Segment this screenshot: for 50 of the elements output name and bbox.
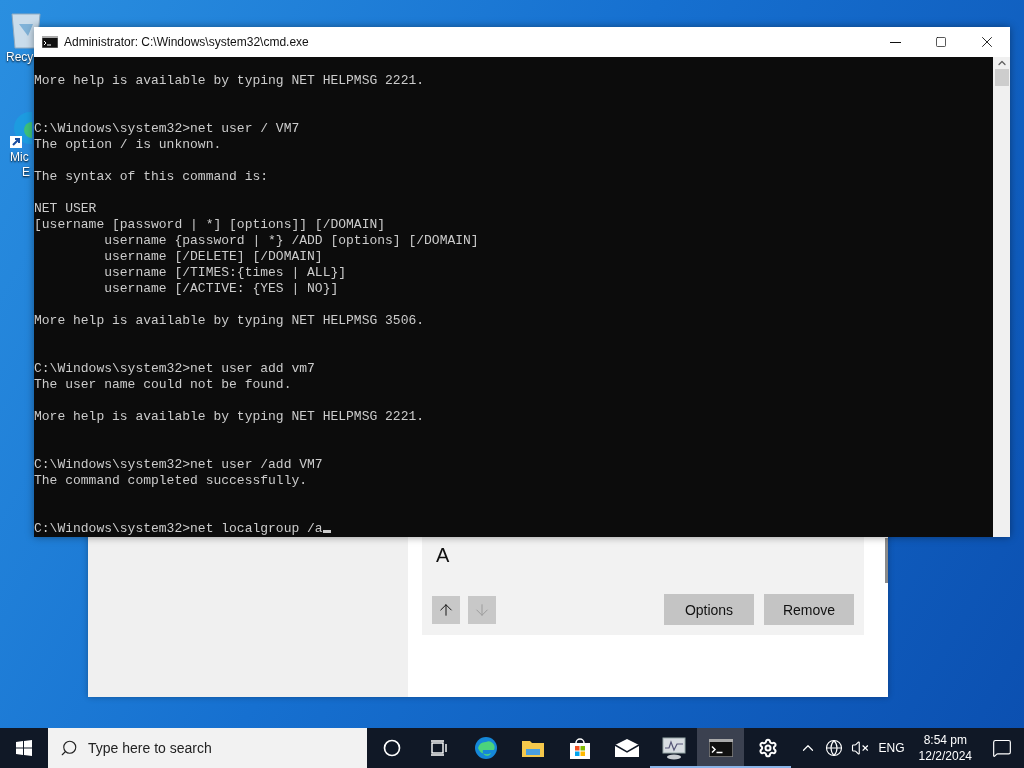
- font-preview-glyph: A: [436, 544, 450, 567]
- command-line: C:\Windows\system32>net user / VM7: [34, 121, 300, 136]
- console-output: username [/ACTIVE: {YES | NO}]: [103, 281, 339, 296]
- clock[interactable]: 8:54 pm 12/2/2024: [910, 732, 980, 764]
- desktop-icon-label[interactable]: Mic: [10, 150, 29, 165]
- muted-speaker-icon: [850, 739, 869, 757]
- scrollbar-thumb[interactable]: [994, 69, 1009, 86]
- envelope-icon: [613, 738, 640, 758]
- console-output: More help is available by typing NET HELPMSG 2221.: [34, 73, 425, 88]
- console-output: More help is available by typing NET HELPMSG 3506.: [34, 313, 425, 328]
- command-line: C:\Windows\system32>net user add vm7: [34, 361, 315, 376]
- console-output: More help is available by typing NET HELPMSG 2221.: [34, 409, 425, 424]
- scrollbar[interactable]: [885, 538, 888, 583]
- console-output: [username [password | *] [options]] [/DOMAIN]: [34, 217, 386, 232]
- cortana-icon: [382, 739, 401, 757]
- speech-bubble-icon: [992, 738, 1012, 758]
- console-output: The syntax of this command is:: [34, 169, 269, 184]
- minimize-icon: [889, 41, 901, 43]
- console-output: username {password | *} /ADD [options] [/DOMAIN]: [103, 233, 479, 248]
- console-output: The command completed successfully.: [34, 473, 308, 488]
- task-view-icon: [429, 740, 448, 756]
- move-up-button[interactable]: [432, 595, 460, 624]
- console-output: The user name could not be found.: [34, 377, 292, 392]
- folder-icon: [520, 738, 545, 758]
- settings-icon: [757, 738, 778, 758]
- search-placeholder: Type here to search: [88, 740, 212, 756]
- desktop-icon-label[interactable]: E: [10, 165, 30, 180]
- window-title: Administrator: C:\Windows\system32\cmd.exe: [64, 35, 310, 49]
- console-output: The option / is unknown.: [34, 137, 222, 152]
- search-icon: [60, 739, 78, 757]
- command-prompt-icon: [708, 739, 733, 757]
- command-line: C:\Windows\system32>net localgroup /a: [34, 521, 323, 536]
- language-indicator[interactable]: ENG: [872, 741, 911, 755]
- shopping-bag-icon: [567, 736, 592, 760]
- taskbar-app[interactable]: [697, 728, 744, 768]
- windows-logo-icon: [16, 740, 32, 756]
- command-prompt-icon: [42, 36, 58, 48]
- search-field[interactable]: Type here to search: [48, 728, 367, 768]
- console-output: username [/TIMES:{times | ALL}]: [103, 265, 347, 280]
- action-button[interactable]: Options: [664, 594, 754, 625]
- desktop-icon-label[interactable]: Recy: [6, 50, 34, 65]
- action-button[interactable]: Remove: [764, 594, 854, 625]
- command-line: C:\Windows\system32>net user /add VM7: [34, 457, 323, 472]
- performance-monitor-icon: [660, 736, 687, 760]
- maximize-icon: [935, 36, 947, 48]
- globe-icon: [824, 739, 843, 757]
- console-output: NET USER: [34, 201, 97, 216]
- console-output: username [/DELETE] [/DOMAIN]: [103, 249, 323, 264]
- scrollbar[interactable]: [993, 57, 1010, 537]
- browser-icon: [473, 736, 498, 760]
